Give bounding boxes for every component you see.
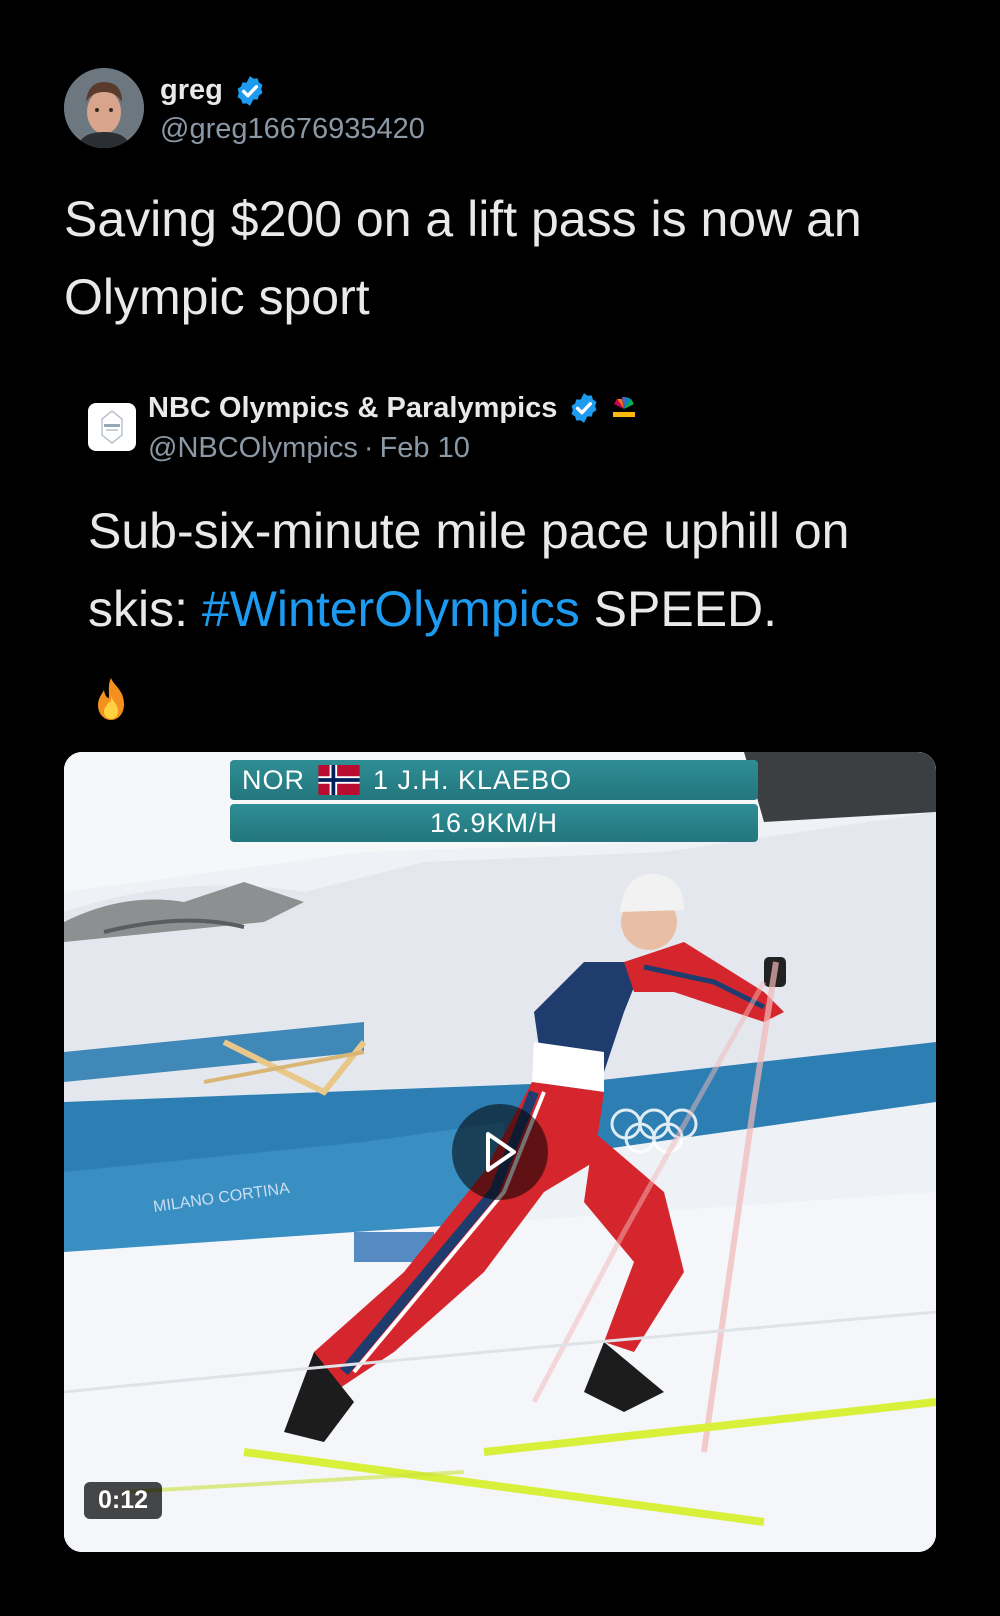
quoted-display-name[interactable]: NBC Olympics & Paralympics [148,392,557,425]
quoted-post-text: Sub-six-minute mile pace uphill on skis:… [88,492,948,648]
post-text: Saving $200 on a lift pass is now an Oly… [64,191,862,325]
verified-badge-icon [237,75,263,106]
country-code: NOR [242,764,305,795]
quoted-text-after: SPEED. [579,581,778,637]
nbc-peacock-icon[interactable] [609,393,640,423]
olympics-logo-icon [92,406,132,447]
separator-dot: · [363,432,374,464]
name-row: greg [160,71,425,111]
norway-flag-icon [318,765,360,795]
author-text: greg @greg16676935420 [160,71,425,146]
display-name[interactable]: greg [160,74,223,107]
avatar-image [64,68,144,148]
play-button[interactable] [452,1104,548,1200]
quoted-handle[interactable]: @NBCOlympics [148,432,358,465]
fire-icon [98,678,124,720]
author-handle[interactable]: @greg16676935420 [160,113,425,146]
verified-badge-icon [571,393,597,423]
quoted-post-author[interactable]: NBC Olympics & Paralympics @NBCOlympics [88,388,640,465]
avatar[interactable] [64,68,144,148]
quoted-date[interactable]: Feb 10 [380,432,470,465]
post-page: greg @greg16676935420 Saving $200 on a l… [0,0,1000,1616]
quoted-meta: NBC Olympics & Paralympics @NBCOlympics [148,388,640,465]
athlete-bar: NOR 1 J.H. KLAEBO [230,760,758,800]
speed-graphic: NOR 1 J.H. KLAEBO 16.9KM/H [230,760,758,842]
video-duration: 0:12 [84,1482,163,1519]
video-player[interactable]: MILANO CORTINA NOR 1 J.H. KLAEBO 16.9KM/… [64,752,936,1552]
quoted-name-row: NBC Olympics & Paralympics [148,388,640,428]
post-author[interactable]: greg @greg16676935420 [64,68,425,148]
play-icon [486,1132,516,1172]
athlete-name: 1 J.H. KLAEBO [373,764,573,795]
speed-bar: 16.9KM/H [230,804,758,842]
quoted-subline: @NBCOlympics · Feb 10 [148,432,639,465]
speed-value: 16.9KM/H [429,807,559,838]
hashtag-link[interactable]: #WinterOlympics [202,581,580,637]
quoted-avatar[interactable] [88,402,136,451]
